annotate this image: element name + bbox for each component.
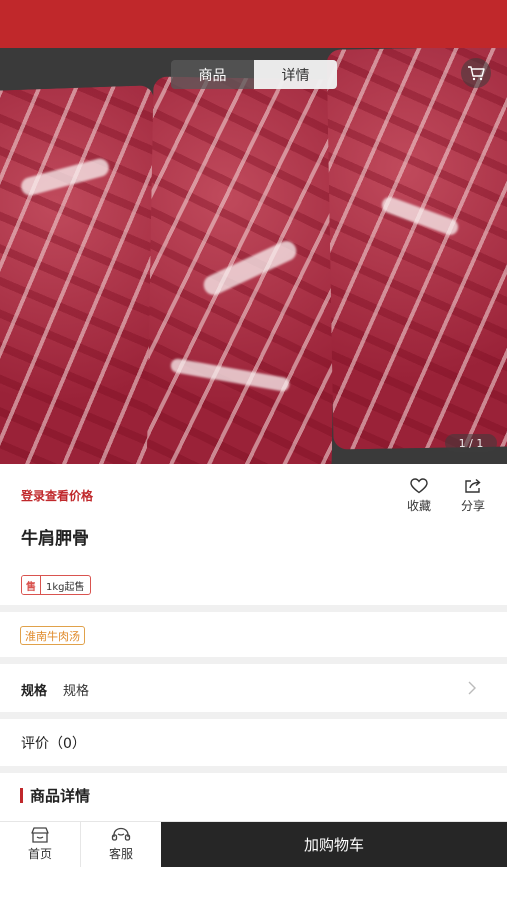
chevron-right-icon — [468, 681, 476, 695]
spec-row[interactable]: 规格 规格 — [0, 666, 507, 712]
tab-details[interactable]: 详情 — [254, 60, 337, 89]
meat-slab — [326, 48, 507, 450]
favorite-label: 收藏 — [406, 499, 431, 513]
store-icon — [31, 827, 49, 843]
meat-slab — [0, 85, 167, 464]
review-row[interactable]: 评价（0） — [21, 733, 86, 753]
headset-icon — [111, 827, 131, 841]
image-page-indicator: 1 / 1 — [445, 434, 497, 452]
add-to-cart-button[interactable]: 加购物车 — [161, 822, 507, 867]
spec-key: 规格 — [21, 683, 48, 699]
store-tag[interactable]: 淮南牛肉汤 — [20, 626, 85, 645]
section-divider — [0, 766, 507, 773]
home-label: 首页 — [27, 847, 52, 861]
customer-service-button[interactable]: 客服 — [80, 822, 161, 867]
login-to-view-price[interactable]: 登录查看价格 — [21, 487, 93, 504]
sale-tag: 售 — [22, 576, 41, 594]
share-label: 分享 — [460, 499, 485, 513]
top-tabs: 商品 详情 — [171, 60, 337, 89]
section-divider — [0, 712, 507, 719]
bottom-action-bar: 首页 客服 加购物车 — [0, 821, 507, 867]
product-image[interactable] — [0, 48, 507, 464]
status-bar — [0, 0, 507, 48]
detail-heading-text: 商品详情 — [30, 787, 91, 805]
heart-icon — [410, 478, 428, 494]
min-order-text: 1kg起售 — [46, 581, 85, 593]
share-icon — [465, 478, 481, 493]
min-order-badge: 售 1kg起售 — [21, 575, 91, 595]
spec-value: 规格 — [63, 683, 90, 699]
tab-goods[interactable]: 商品 — [171, 60, 254, 89]
cart-icon — [468, 66, 485, 81]
share-button[interactable]: 分享 — [458, 478, 488, 514]
heading-accent-bar — [20, 788, 23, 803]
detail-heading: 商品详情 — [20, 785, 90, 806]
cart-button[interactable] — [461, 58, 491, 88]
product-title: 牛肩胛骨 — [21, 529, 89, 549]
service-label: 客服 — [108, 847, 133, 861]
section-divider — [0, 605, 507, 612]
section-divider — [0, 657, 507, 664]
home-button[interactable]: 首页 — [0, 822, 80, 867]
favorite-button[interactable]: 收藏 — [404, 478, 434, 514]
